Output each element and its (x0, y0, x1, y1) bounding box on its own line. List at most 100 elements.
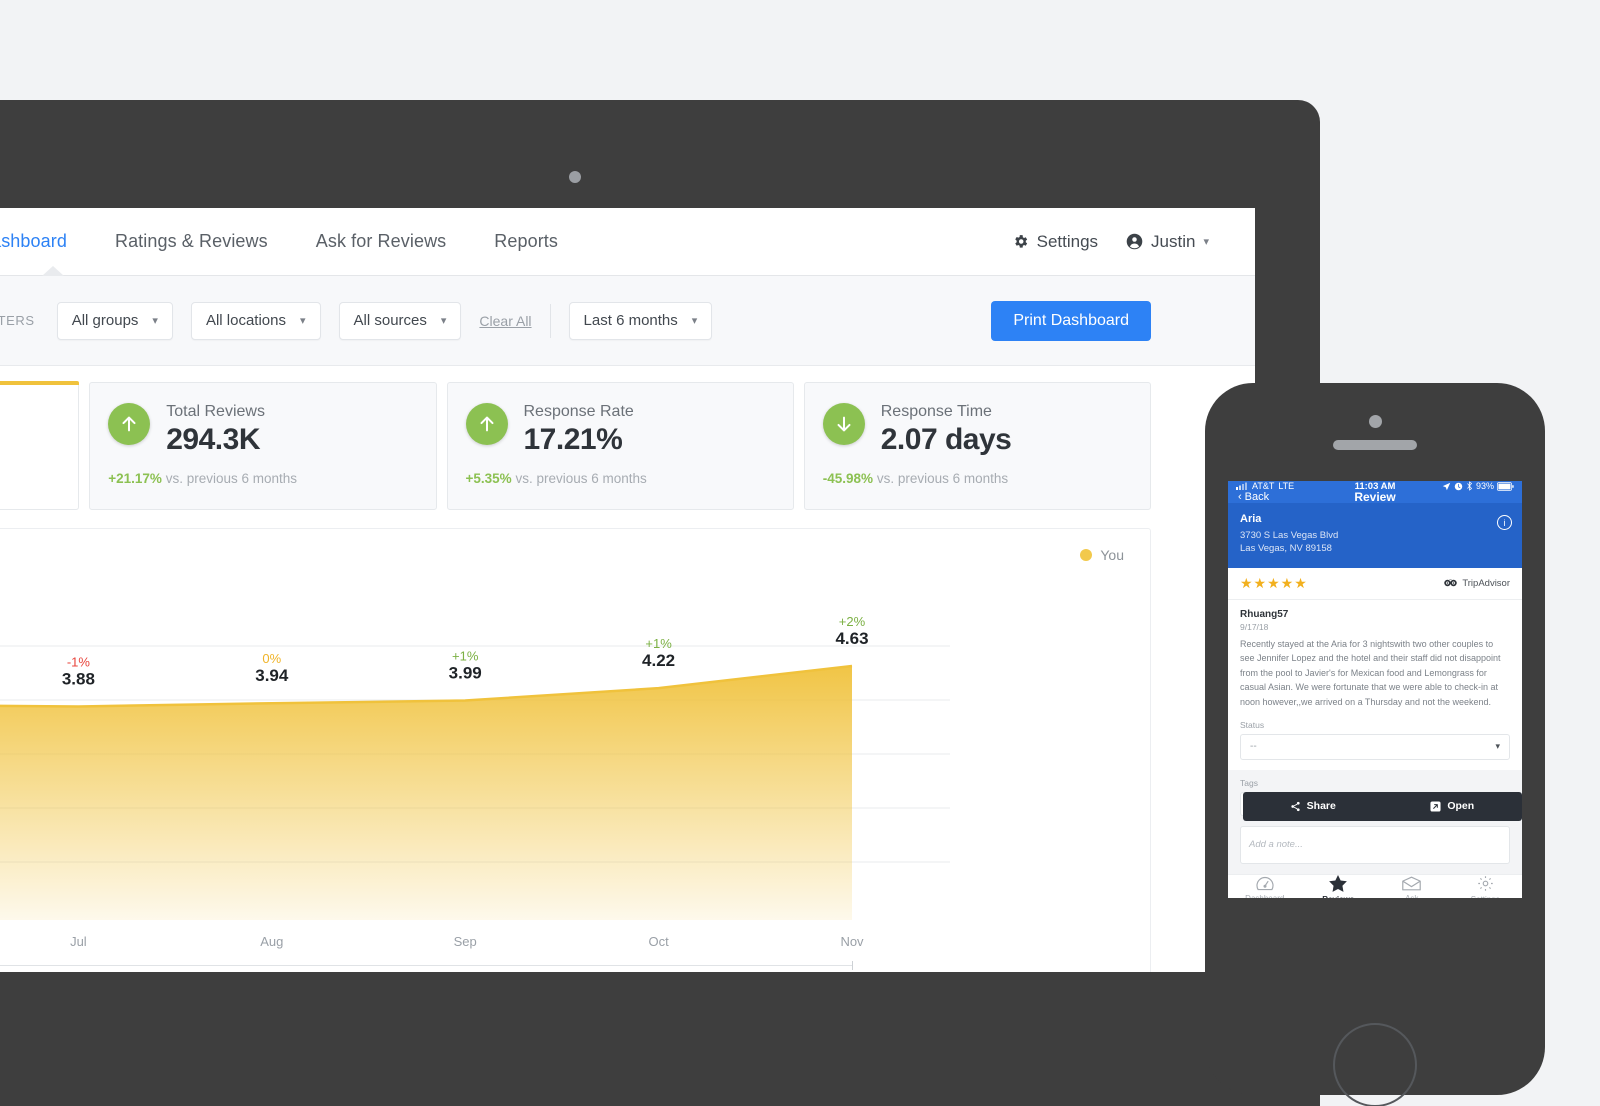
info-icon[interactable]: i (1497, 515, 1512, 530)
laptop-device: Dashboard Ratings & Reviews Ask for Revi… (0, 100, 1320, 1106)
kpi-delta-value: +5.35% (465, 471, 512, 486)
tab-settings-label: Settings (1471, 895, 1500, 898)
filter-all-groups[interactable]: All groups ▾ (56, 301, 173, 340)
svg-text:0%: 0% (262, 651, 281, 666)
arrow-up-icon (465, 403, 508, 445)
chevron-down-icon: ▾ (152, 315, 158, 327)
phone-front-camera-icon (1369, 415, 1382, 428)
filter-all-locations[interactable]: All locations ▾ (190, 301, 321, 340)
svg-text:4.22: 4.22 (642, 651, 675, 670)
share-button[interactable]: Share (1243, 800, 1383, 812)
user-avatar-icon (1126, 233, 1143, 250)
nav-link-dashboard[interactable]: Dashboard (0, 231, 67, 252)
battery-percent-label: 93% (1475, 481, 1494, 491)
open-label: Open (1447, 800, 1475, 813)
tab-reviews[interactable]: Reviews (1302, 874, 1376, 898)
settings-label: Settings (1036, 231, 1099, 251)
status-bar-left: AT&T LTE (1236, 481, 1294, 491)
alarm-clock-icon (1454, 482, 1463, 491)
envelope-icon (1402, 876, 1422, 891)
tags-block: Tags Add a tag... Add a note... Share (1228, 769, 1523, 874)
external-link-icon (1430, 800, 1441, 812)
chart-x-axis: JunJulAugSepOctNov2018 (0, 930, 1150, 972)
nav-link-ask-for-reviews[interactable]: Ask for Reviews (316, 231, 447, 252)
svg-text:3.94: 3.94 (255, 666, 289, 685)
kpi-card-response-rate[interactable]: Response Rate 17.21% +5.35% vs. previous… (446, 382, 794, 510)
x-axis-tick-label: Aug (260, 934, 284, 949)
dashboard-app: Dashboard Ratings & Reviews Ask for Revi… (0, 208, 1255, 972)
kpi-delta-value: -45.98% (822, 471, 874, 486)
carrier-label: AT&T (1252, 481, 1275, 491)
open-button[interactable]: Open (1383, 800, 1523, 812)
phone-home-button[interactable] (1333, 1023, 1417, 1106)
laptop-camera-icon (569, 171, 581, 183)
kpi-value: 2.07 days (880, 423, 1012, 456)
kpi-card-average-rating[interactable]: Average Rating 4.63 +0.38% vs. previous … (0, 381, 80, 510)
x-axis-tick-label: Sep (453, 934, 477, 949)
tab-dashboard-label: Dashboard (1245, 894, 1284, 898)
x-axis-year-end-tick (852, 961, 853, 970)
gear-icon (1012, 233, 1029, 250)
share-icon (1290, 801, 1301, 812)
user-name-label: Justin (1151, 231, 1196, 251)
average-rating-chart-panel: Average Rating You 54321-1%3.91-1%3.880%… (0, 528, 1151, 972)
chevron-down-icon: ▾ (691, 315, 698, 327)
back-button[interactable]: ‹ Back (1238, 491, 1269, 503)
kpi-card-total-reviews[interactable]: Total Reviews 294.3K +21.17% vs. previou… (89, 382, 437, 510)
tab-ask[interactable]: Ask (1375, 876, 1449, 898)
tab-settings[interactable]: Settings (1449, 875, 1523, 898)
nav-link-reports[interactable]: Reports (494, 231, 558, 252)
area-chart-svg: 54321-1%3.91-1%3.880%3.94+1%3.99+1%4.22+… (0, 614, 950, 920)
bluetooth-icon (1466, 481, 1473, 491)
nav-right-group: Settings Justin ▾ (1012, 232, 1255, 252)
kpi-label: Response Time (880, 403, 992, 420)
status-select[interactable]: -- ▾ (1240, 733, 1510, 760)
clear-all-link[interactable]: Clear All (479, 313, 531, 329)
tab-ask-label: Ask (1405, 894, 1418, 898)
phone-tab-bar: Dashboard Reviews Ask Settings (1228, 873, 1523, 898)
phone-nav-title: Review (1354, 490, 1396, 504)
location-address-line1: 3730 S Las Vegas Blvd (1240, 530, 1339, 541)
review-date: 9/17/18 (1240, 621, 1269, 632)
nav-links: Dashboard Ratings & Reviews Ask for Revi… (0, 231, 558, 252)
filter-all-locations-label: All locations (205, 312, 286, 329)
battery-icon (1497, 481, 1514, 491)
kpi-value: 17.21% (523, 423, 623, 456)
phone-screen: AT&T LTE 11:03 AM 93% ‹ Back Review Aria… (1228, 481, 1522, 898)
svg-text:3.88: 3.88 (62, 669, 95, 688)
nav-link-ratings-reviews[interactable]: Ratings & Reviews (115, 231, 268, 252)
review-source-label: TripAdvisor (1462, 577, 1510, 589)
settings-button[interactable]: Settings (1012, 232, 1098, 252)
tags-label: Tags (1240, 777, 1258, 788)
kpi-card-response-time[interactable]: Response Time 2.07 days -45.98% vs. prev… (803, 382, 1151, 510)
user-menu[interactable]: Justin ▾ (1126, 232, 1209, 252)
chevron-down-icon: ▾ (1495, 741, 1500, 752)
x-axis-tick-label: Nov (840, 934, 864, 949)
svg-text:-1%: -1% (67, 654, 91, 669)
filters-label: FILTERS (0, 313, 35, 328)
filter-all-sources[interactable]: All sources ▾ (338, 301, 462, 340)
kpi-label: Total Reviews (166, 403, 265, 420)
filter-date-range-label: Last 6 months (583, 312, 678, 329)
svg-text:4.63: 4.63 (835, 629, 868, 648)
kpi-delta-suffix: vs. previous 6 months (165, 471, 297, 486)
filter-date-range[interactable]: Last 6 months ▾ (568, 301, 713, 340)
review-status-block: Status -- ▾ (1228, 716, 1522, 770)
status-bar-right: 93% (1442, 481, 1514, 491)
review-text: Recently stayed at the Aria for 3 nights… (1240, 638, 1501, 707)
tab-dashboard[interactable]: Dashboard (1228, 875, 1302, 898)
svg-text:+1%: +1% (452, 649, 479, 664)
gauge-icon (1256, 875, 1274, 891)
kpi-delta: +0.38% vs. previous 6 months (0, 470, 60, 485)
active-tab-caret (42, 266, 64, 276)
kpi-delta: +21.17% vs. previous 6 months (108, 471, 417, 486)
network-label: LTE (1278, 481, 1295, 491)
add-note-input[interactable]: Add a note... (1240, 825, 1510, 864)
x-axis-year-line (0, 965, 852, 966)
kpi-delta-suffix: vs. previous 6 months (515, 471, 647, 486)
x-axis-tick-label: Oct (648, 934, 669, 949)
chart-plot-area: 54321-1%3.91-1%3.880%3.94+1%3.99+1%4.22+… (0, 580, 1150, 930)
signal-bars-icon (1236, 482, 1248, 490)
kpi-delta-value: +21.17% (108, 471, 162, 486)
print-dashboard-button[interactable]: Print Dashboard (991, 300, 1151, 341)
